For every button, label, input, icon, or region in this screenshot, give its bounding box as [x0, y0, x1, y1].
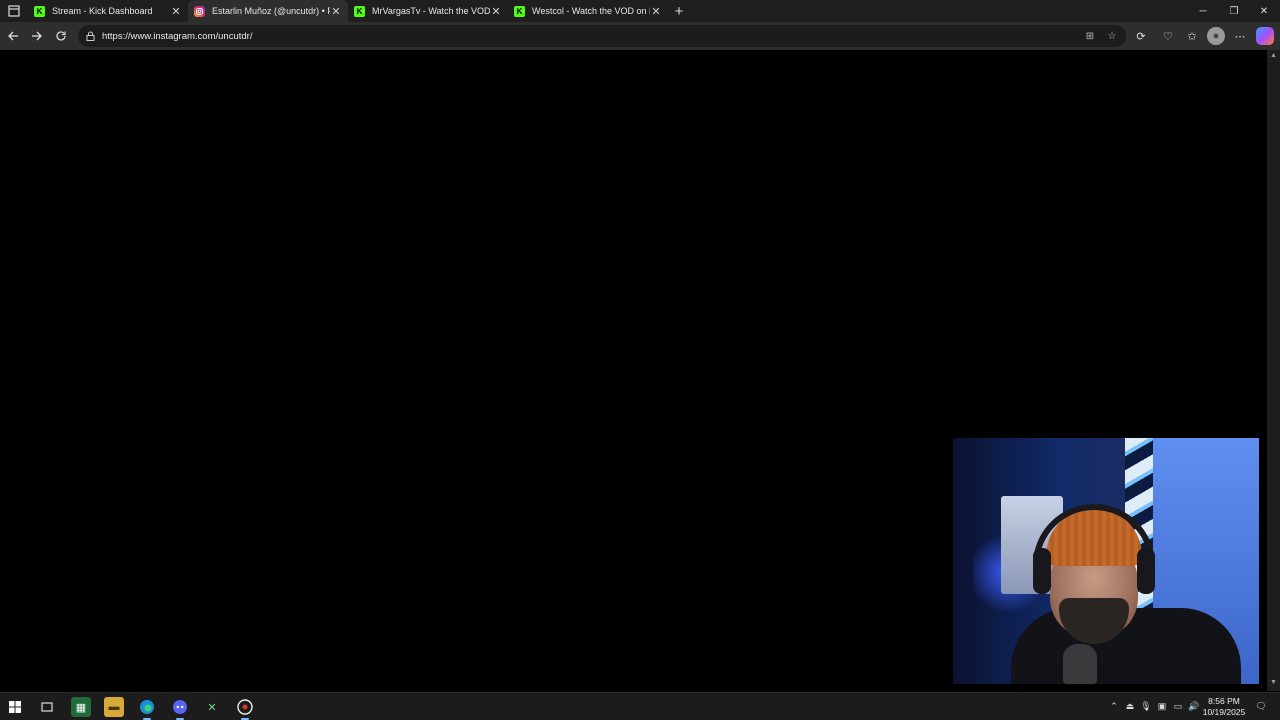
- xbox-icon: ✕: [207, 701, 217, 714]
- xbox-app[interactable]: ✕: [202, 697, 222, 717]
- url-input[interactable]: [102, 30, 1002, 42]
- site-info-icon[interactable]: [84, 30, 96, 42]
- tab-strip: K Stream - Kick Dashboard ✕ Estarlin Muñ…: [0, 0, 1280, 22]
- tab-instagram[interactable]: Estarlin Muñoz (@uncutdr) • Foto ✕: [188, 0, 348, 22]
- tab-actions-menu[interactable]: [0, 0, 28, 22]
- more-menu-icon[interactable]: ⋯: [1231, 27, 1249, 45]
- refresh-button[interactable]: [49, 24, 73, 48]
- folder-icon: ▬: [108, 701, 120, 713]
- system-clock[interactable]: 8:56 PM 10/19/2025: [1198, 696, 1250, 718]
- tab-westcol[interactable]: K Westcol - Watch the VOD on Kick ✕: [508, 0, 668, 22]
- close-tab-icon[interactable]: ✕: [330, 5, 342, 18]
- task-view-icon: [41, 702, 53, 712]
- scroll-down-icon[interactable]: ▼: [1267, 679, 1280, 689]
- headphone-left-ear: [1033, 548, 1051, 594]
- refresh-icon: [56, 31, 66, 41]
- clock-date: 10/19/2025: [1202, 707, 1246, 717]
- app-available-icon[interactable]: ⊞: [1083, 29, 1097, 43]
- tab-title: Westcol - Watch the VOD on Kick: [532, 6, 650, 16]
- webcam-overlay: [953, 438, 1259, 684]
- tab-title: MrVargasTv - Watch the VOD on: [372, 6, 490, 16]
- clock-time: 8:56 PM: [1208, 696, 1240, 706]
- microphone-icon[interactable]: 🎙: [1139, 699, 1153, 713]
- browser-essentials-icon[interactable]: ♡: [1159, 27, 1177, 45]
- edge-app[interactable]: [137, 697, 157, 720]
- kick-icon: K: [354, 5, 365, 17]
- tab-actions-icon: [8, 5, 20, 17]
- task-view-button[interactable]: [37, 697, 57, 717]
- close-tab-icon[interactable]: ✕: [490, 5, 502, 18]
- file-explorer-app[interactable]: ▬: [104, 697, 124, 717]
- store-app[interactable]: ▦: [71, 697, 91, 717]
- tab-title: Stream - Kick Dashboard: [52, 6, 153, 16]
- kick-icon: K: [514, 5, 525, 17]
- discord-app[interactable]: [170, 697, 190, 720]
- tab-kick-dashboard[interactable]: K Stream - Kick Dashboard ✕: [28, 0, 188, 22]
- network-icon[interactable]: ▭: [1171, 699, 1185, 713]
- obs-icon: [237, 699, 253, 715]
- browser-toolbar: ⊞ ☆ ⟳ ♡ ✩ ● ⋯: [0, 22, 1280, 50]
- show-hidden-icons[interactable]: ⌃: [1107, 699, 1121, 713]
- close-window-button[interactable]: ✕: [1248, 0, 1280, 22]
- usb-icon[interactable]: ⏏: [1123, 699, 1137, 713]
- edge-icon: [140, 700, 154, 714]
- close-tab-icon[interactable]: ✕: [650, 5, 662, 18]
- obs-app[interactable]: [235, 697, 255, 720]
- back-arrow-icon: [8, 31, 18, 41]
- display-icon[interactable]: ▣: [1155, 699, 1169, 713]
- kick-icon: K: [34, 5, 45, 17]
- forward-arrow-icon: [32, 31, 42, 41]
- minimize-button[interactable]: ─: [1187, 0, 1219, 22]
- tab-mrvargastv[interactable]: K MrVargasTv - Watch the VOD on ✕: [348, 0, 508, 22]
- notifications-icon[interactable]: 🗨: [1253, 699, 1269, 713]
- back-button[interactable]: [1, 24, 25, 48]
- extensions-icon[interactable]: ⟳: [1132, 27, 1150, 45]
- page-scrollbar[interactable]: ▲ ▼: [1267, 50, 1280, 691]
- restore-button[interactable]: ❐: [1218, 0, 1250, 22]
- forward-button[interactable]: [25, 24, 49, 48]
- headphone-right-ear: [1137, 548, 1155, 594]
- store-icon: ▦: [75, 701, 87, 714]
- new-tab-button[interactable]: +: [668, 0, 690, 22]
- close-tab-icon[interactable]: ✕: [170, 5, 182, 18]
- scroll-up-icon[interactable]: ▲: [1267, 52, 1280, 62]
- address-bar[interactable]: ⊞ ☆: [78, 25, 1126, 47]
- favorite-star-icon[interactable]: ☆: [1105, 29, 1119, 43]
- copilot-icon[interactable]: [1256, 27, 1274, 45]
- taskbar: ▦ ▬ ✕ ⌃ ⏏ 🎙 ▣ ▭ 🔊 8:56 PM 10/19/2025 🗨: [0, 692, 1280, 720]
- profile-avatar[interactable]: ●: [1207, 27, 1225, 45]
- start-button[interactable]: [5, 697, 25, 717]
- windows-icon: [9, 701, 21, 713]
- microphone: [1063, 644, 1097, 684]
- favorites-icon[interactable]: ✩: [1183, 27, 1201, 45]
- instagram-icon: [194, 5, 205, 17]
- discord-icon: [173, 700, 187, 714]
- tab-title: Estarlin Muñoz (@uncutdr) • Foto: [212, 6, 330, 16]
